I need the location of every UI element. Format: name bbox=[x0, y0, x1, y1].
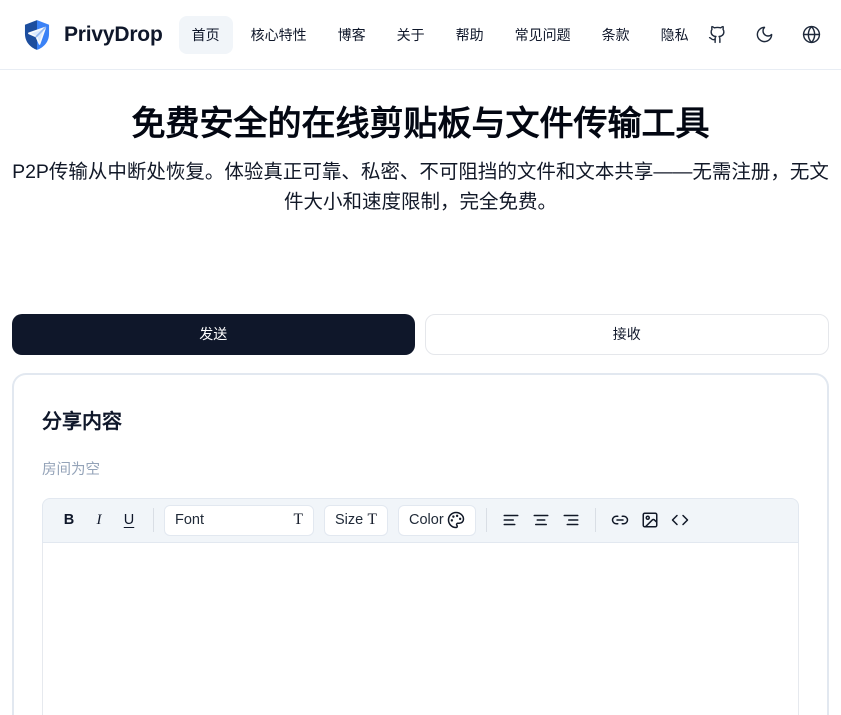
page-subtitle: P2P传输从中断处恢复。体验真正可靠、私密、不可阻挡的文件和文本共享——无需注册… bbox=[0, 157, 841, 217]
brand-name[interactable]: PrivyDrop bbox=[64, 23, 163, 47]
font-select-label: Font bbox=[175, 512, 204, 528]
code-icon bbox=[671, 511, 689, 529]
nav-item-blog[interactable]: 博客 bbox=[325, 16, 379, 54]
size-select-label: Size bbox=[335, 512, 363, 528]
room-status-text: 房间为空 bbox=[42, 458, 799, 479]
toolbar-divider bbox=[153, 508, 154, 532]
align-left-icon bbox=[502, 511, 520, 529]
privydrop-logo-icon[interactable] bbox=[20, 18, 54, 52]
align-right-icon bbox=[562, 511, 580, 529]
github-icon[interactable] bbox=[708, 25, 727, 44]
nav-item-privacy[interactable]: 隐私 bbox=[648, 16, 702, 54]
insert-code-button[interactable] bbox=[666, 506, 694, 534]
font-type-icon: T bbox=[294, 511, 303, 529]
italic-button[interactable]: I bbox=[85, 506, 113, 534]
tab-receive[interactable]: 接收 bbox=[425, 314, 830, 355]
font-select[interactable]: Font T bbox=[164, 505, 314, 536]
size-type-icon: T bbox=[368, 511, 377, 529]
card-title: 分享内容 bbox=[42, 405, 799, 434]
palette-icon bbox=[447, 511, 465, 529]
underline-button[interactable]: U bbox=[115, 506, 143, 534]
color-select-label: Color bbox=[409, 512, 444, 528]
page-title: 免费安全的在线剪贴板与文件传输工具 bbox=[0, 103, 841, 146]
privydrop-homepage: PrivyDrop 首页 核心特性 博客 关于 帮助 常见问题 条款 隐私 bbox=[0, 0, 841, 715]
main-nav: 首页 核心特性 博客 关于 帮助 常见问题 条款 隐私 bbox=[179, 16, 702, 54]
rich-text-editor[interactable] bbox=[42, 543, 799, 715]
image-icon bbox=[641, 511, 659, 529]
nav-item-faq[interactable]: 常见问题 bbox=[502, 16, 584, 54]
align-right-button[interactable] bbox=[557, 506, 585, 534]
transfer-mode-tabs: 发送 接收 bbox=[12, 314, 829, 355]
align-center-icon bbox=[532, 511, 550, 529]
insert-image-button[interactable] bbox=[636, 506, 664, 534]
top-navigation-bar: PrivyDrop 首页 核心特性 博客 关于 帮助 常见问题 条款 隐私 bbox=[0, 0, 841, 70]
toolbar-divider bbox=[595, 508, 596, 532]
nav-item-features[interactable]: 核心特性 bbox=[238, 16, 320, 54]
moon-icon[interactable] bbox=[755, 25, 774, 44]
share-content-card: 分享内容 房间为空 B I U Font T Size T Color bbox=[12, 373, 829, 715]
nav-item-about[interactable]: 关于 bbox=[384, 16, 438, 54]
globe-icon[interactable] bbox=[802, 25, 821, 44]
bold-button[interactable]: B bbox=[55, 506, 83, 534]
toolbar-divider bbox=[486, 508, 487, 532]
nav-item-home[interactable]: 首页 bbox=[179, 16, 233, 54]
link-icon bbox=[611, 511, 629, 529]
tab-send[interactable]: 发送 bbox=[12, 314, 415, 355]
insert-link-button[interactable] bbox=[606, 506, 634, 534]
color-select[interactable]: Color bbox=[398, 505, 476, 536]
nav-item-help[interactable]: 帮助 bbox=[443, 16, 497, 54]
size-select[interactable]: Size T bbox=[324, 505, 388, 536]
nav-item-terms[interactable]: 条款 bbox=[589, 16, 643, 54]
align-center-button[interactable] bbox=[527, 506, 555, 534]
hero-section: 免费安全的在线剪贴板与文件传输工具 P2P传输从中断处恢复。体验真正可靠、私密、… bbox=[0, 70, 841, 217]
editor-toolbar: B I U Font T Size T Color bbox=[42, 498, 799, 543]
align-left-button[interactable] bbox=[497, 506, 525, 534]
header-action-icons bbox=[708, 25, 821, 44]
